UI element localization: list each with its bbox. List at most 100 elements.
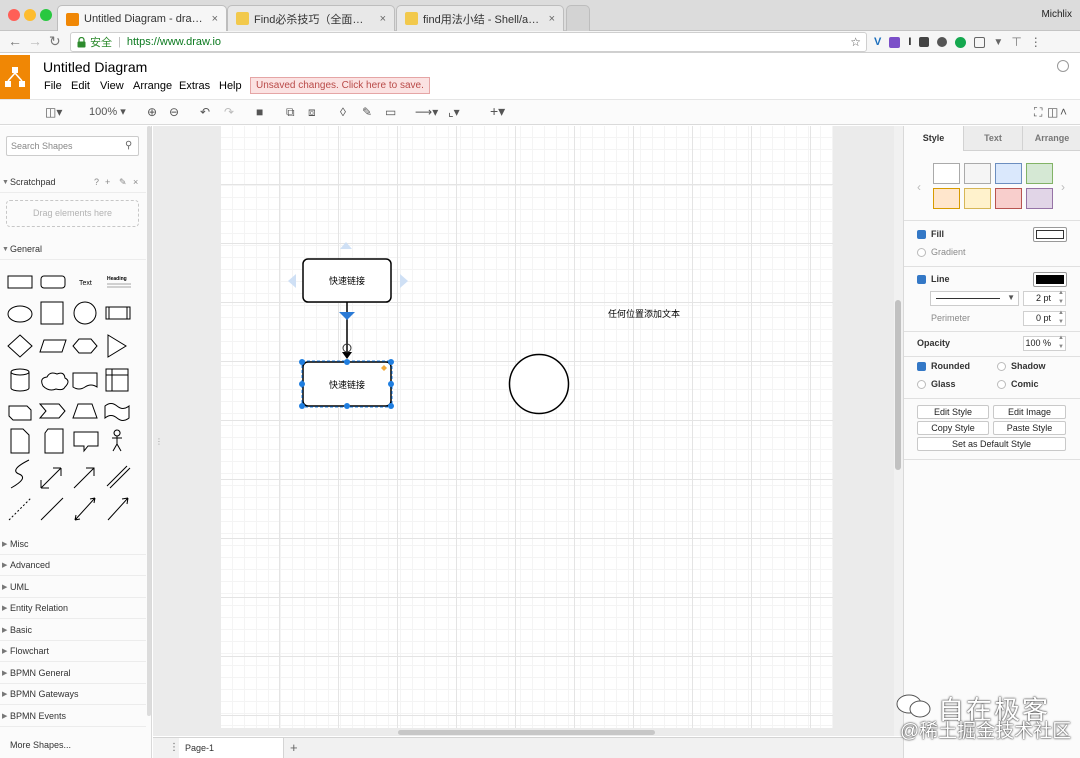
add-page-icon[interactable]: + — [290, 740, 298, 755]
collapse-panel-handle[interactable]: ⋮ — [155, 437, 163, 446]
zoom-dropdown[interactable]: 100% ▾ — [89, 104, 126, 120]
fullscreen-icon[interactable]: ⛶ — [1034, 104, 1042, 120]
color-swatch[interactable] — [995, 188, 1022, 209]
reload-icon[interactable]: ↻ — [49, 33, 61, 50]
tab-close-icon[interactable]: × — [212, 13, 218, 25]
url-field[interactable]: 安全 | https://www.draw.io ☆ — [70, 32, 867, 52]
back-arrow-icon[interactable]: ← — [8, 33, 22, 49]
to-front-icon[interactable]: ⧉ — [286, 104, 295, 120]
vertical-scroll-thumb[interactable] — [895, 300, 901, 470]
chrome-menu-icon[interactable]: ⋮ — [1030, 35, 1042, 49]
line-color-icon[interactable]: ✎ — [362, 104, 372, 120]
edit-image-button[interactable]: Edit Image — [993, 405, 1066, 419]
clipper-extension-icon[interactable] — [919, 37, 930, 47]
fill-color-button[interactable] — [1033, 227, 1067, 242]
search-icon[interactable]: ⚲ — [125, 140, 132, 151]
swatch-prev-icon[interactable]: ‹ — [917, 180, 921, 194]
close-icon[interactable]: × — [133, 172, 138, 193]
panel-scrollbar[interactable] — [147, 126, 151, 716]
new-tab-button[interactable] — [566, 5, 590, 31]
fill-checkbox[interactable] — [917, 230, 926, 239]
browser-tab-find-usage[interactable]: find用法小结 - Shell/awk/sed × — [396, 5, 564, 31]
sidebar-section-misc[interactable]: ▶ Misc — [0, 534, 146, 555]
window-minimize-button[interactable] — [24, 9, 36, 21]
more-shapes-button[interactable]: More Shapes... — [10, 740, 71, 750]
menu-help[interactable]: Help — [219, 80, 242, 92]
language-globe-icon[interactable] — [1057, 60, 1069, 72]
color-swatch[interactable] — [995, 163, 1022, 184]
color-swatch[interactable] — [964, 188, 991, 209]
zoom-in-icon[interactable]: ⊕ — [147, 104, 157, 120]
bookmark-star-icon[interactable]: ☆ — [850, 35, 861, 49]
format-panel-icon[interactable]: ◫ — [1047, 104, 1058, 120]
sidebar-section-entity-relation[interactable]: ▶ Entity Relation — [0, 598, 146, 619]
collapse-chevron-icon[interactable]: ˄ — [1060, 104, 1067, 120]
to-back-icon[interactable]: ⧈ — [308, 104, 316, 120]
line-pattern-select[interactable]: ▼ — [930, 291, 1019, 306]
edit-icon[interactable]: ✎ — [119, 172, 127, 193]
unsaved-changes-button[interactable]: Unsaved changes. Click here to save. — [250, 77, 430, 94]
sidebar-section-bpmn-gateways[interactable]: ▶ BPMN Gateways — [0, 684, 146, 705]
spinner-arrows-icon[interactable]: ▲ ▼ — [1058, 289, 1064, 307]
sidebar-section-advanced[interactable]: ▶ Advanced — [0, 555, 146, 576]
gradient-checkbox[interactable] — [917, 248, 926, 257]
insert-plus-icon[interactable]: +▾ — [490, 104, 505, 118]
extension-icon[interactable]: ⊤ — [1011, 35, 1021, 49]
tab-close-icon[interactable]: × — [380, 13, 386, 25]
box1-label[interactable]: 快速链接 — [303, 259, 391, 302]
extension-icon[interactable] — [974, 36, 986, 48]
grammarly-extension-icon[interactable] — [955, 36, 967, 48]
menu-view[interactable]: View — [100, 80, 124, 92]
paste-style-button[interactable]: Paste Style — [993, 421, 1066, 435]
search-shapes-input[interactable]: Search Shapes — [6, 136, 139, 156]
pages-menu-icon[interactable]: ⋮ — [169, 742, 179, 753]
page-tab-page-1[interactable]: Page-1 — [179, 738, 284, 758]
horizontal-scroll-thumb[interactable] — [398, 730, 655, 735]
browser-tab-drawio[interactable]: Untitled Diagram - draw.io × — [57, 5, 227, 32]
redo-icon[interactable]: ↷ — [224, 104, 234, 120]
copy-style-button[interactable]: Copy Style — [917, 421, 989, 435]
sidebar-section-bpmn-events[interactable]: ▶ BPMN Events — [0, 706, 146, 727]
glass-checkbox[interactable] — [917, 380, 926, 389]
window-zoom-button[interactable] — [40, 9, 52, 21]
scratchpad-drop-zone[interactable]: Drag elements here — [6, 200, 139, 227]
line-color-button[interactable] — [1033, 272, 1067, 287]
color-swatch[interactable] — [933, 163, 960, 184]
free-text-label[interactable]: 任何位置添加文本 — [608, 307, 680, 320]
tab-text[interactable]: Text — [963, 126, 1022, 151]
tab-arrange[interactable]: Arrange — [1022, 126, 1080, 151]
fill-color-icon[interactable]: ◊ — [340, 104, 346, 120]
connection-style-icon[interactable]: ⟶▾ — [415, 104, 438, 120]
color-swatch[interactable] — [933, 188, 960, 209]
undo-icon[interactable]: ↶ — [200, 104, 210, 120]
swatch-next-icon[interactable]: › — [1061, 180, 1065, 194]
help-icon[interactable]: ? — [94, 172, 99, 193]
tab-style[interactable]: Style — [904, 126, 963, 151]
sidebar-section-flowchart[interactable]: ▶ Flowchart — [0, 641, 146, 662]
filter-extension-icon[interactable]: ▼ — [993, 37, 1003, 48]
menu-edit[interactable]: Edit — [71, 80, 90, 92]
info-extension-icon[interactable]: I — [908, 36, 911, 48]
shadow-checkbox[interactable] — [997, 362, 1006, 371]
edit-style-button[interactable]: Edit Style — [917, 405, 989, 419]
drawio-logo-icon[interactable] — [0, 55, 30, 99]
sidebar-section-uml[interactable]: ▶ UML — [0, 577, 146, 598]
vue-extension-icon[interactable]: V — [874, 36, 881, 48]
browser-tab-find-tips[interactable]: Find必杀技巧（全面撑握find使 × — [227, 5, 395, 31]
diagram-title[interactable]: Untitled Diagram — [43, 59, 147, 75]
shadow-icon[interactable]: ▭ — [385, 104, 396, 120]
rounded-checkbox[interactable] — [917, 362, 926, 371]
menu-extras[interactable]: Extras — [179, 80, 210, 92]
color-swatch[interactable] — [964, 163, 991, 184]
window-close-button[interactable] — [8, 9, 20, 21]
color-swatch[interactable] — [1026, 188, 1053, 209]
menu-arrange[interactable]: Arrange — [133, 80, 172, 92]
add-icon[interactable]: + — [105, 172, 110, 193]
waypoints-icon[interactable]: ⌞▾ — [448, 104, 460, 120]
line-checkbox[interactable] — [917, 275, 926, 284]
general-section[interactable]: ▼ General — [0, 239, 146, 260]
tab-close-icon[interactable]: × — [549, 13, 555, 25]
forward-arrow-icon[interactable]: → — [28, 33, 42, 49]
color-swatch[interactable] — [1026, 163, 1053, 184]
format-panel-toggle-icon[interactable]: ◫▾ — [45, 104, 62, 120]
